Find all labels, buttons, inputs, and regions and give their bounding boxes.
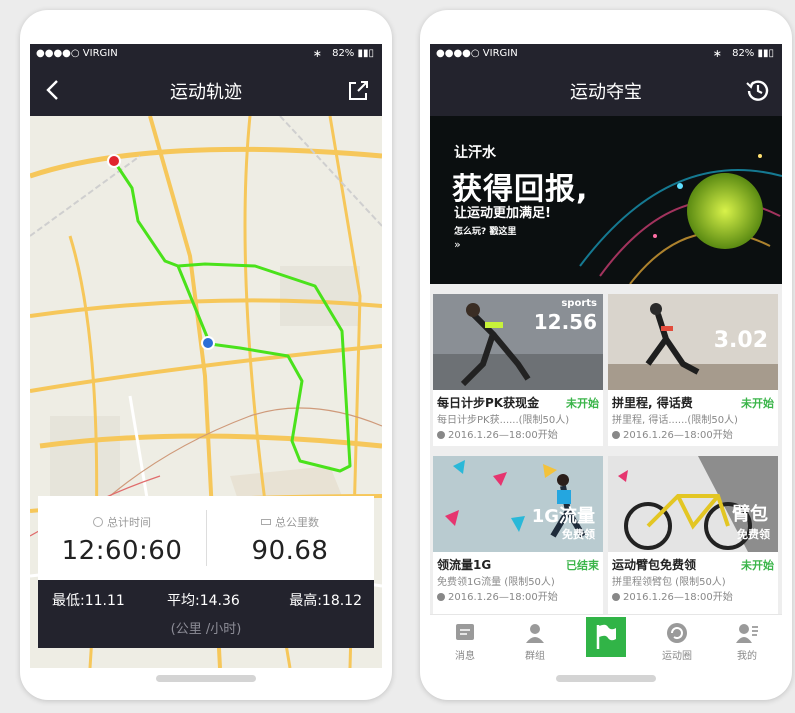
nav-bar: 运动夺宝 — [430, 64, 782, 116]
sport-circle-icon — [665, 621, 689, 645]
tab-bar: 消息 群组 运动圈 我的 — [430, 614, 782, 668]
speed-avg: 平均:14.36 — [167, 593, 240, 609]
nav-bar: 运动轨迹 — [30, 64, 382, 116]
clock-icon — [437, 593, 445, 601]
clock-icon — [437, 431, 445, 439]
phone-track: ●●●●○ VIRGIN ∗ 82% ▮▮▯ 运动轨迹 总计时间 12:60:6… — [20, 10, 392, 700]
home-indicator — [556, 675, 656, 682]
card-title: 领流量1G — [437, 558, 492, 572]
card-time: 2016.1.26—18:00开始 — [612, 426, 733, 441]
promo-banner[interactable]: 让汗水 获得回报, 让运动更加满足! 怎么玩? 戳这里 » — [430, 116, 782, 284]
carrier-label: ●●●●○ VIRGIN — [36, 48, 118, 59]
clock-icon — [612, 593, 620, 601]
card-image: sports 12.56 — [433, 294, 603, 390]
card-overlay-armband: 臂包 — [732, 504, 768, 525]
total-distance-label: 总公里数 — [275, 516, 319, 529]
card-title: 拼里程, 得话费 — [612, 396, 693, 410]
total-distance-section: 总公里数 90.68 — [206, 496, 374, 580]
card-desc: 每日计步PK获......(限制50人) — [437, 415, 570, 426]
tab-label: 运动圈 — [662, 651, 692, 662]
profile-icon — [735, 621, 759, 645]
card-desc: 拼里程, 得话......(限制50人) — [612, 415, 738, 426]
activity-card-3[interactable]: 臂包 免费领 运动臂包免费领 未开始 拼里程领臂包 (限制50人) 2016.1… — [608, 456, 778, 614]
history-icon — [746, 80, 769, 101]
share-button[interactable] — [342, 74, 374, 106]
ruler-icon — [261, 519, 271, 525]
clock-icon — [612, 431, 620, 439]
speed-min: 最低:11.11 — [52, 593, 125, 609]
speed-panel: 最低:11.11 平均:14.36 最高:18.12 (公里 /小时) — [38, 580, 374, 648]
card-overlay-1g: 1G流量 — [531, 506, 595, 527]
card-title: 运动臂包免费领 — [612, 558, 697, 572]
total-time-section: 总计时间 12:60:60 — [38, 496, 206, 580]
card-overlay-free: 免费领 — [562, 528, 595, 541]
card-desc: 拼里程领臂包 (限制50人) — [612, 577, 726, 588]
bluetooth-icon: ∗ — [312, 47, 322, 60]
card-image: 臂包 免费领 — [608, 456, 778, 552]
map-view[interactable]: 总计时间 12:60:60 总公里数 90.68 最低:11.11 平均:14.… — [30, 116, 382, 668]
card-overlay-value: 3.02 — [713, 328, 768, 353]
activity-card-0[interactable]: sports 12.56 每日计步PK获现金 未开始 每日计步PK获......… — [433, 294, 603, 446]
tab-groups[interactable]: 群组 — [500, 615, 570, 669]
card-time: 2016.1.26—18:00开始 — [437, 588, 558, 603]
tab-label: 群组 — [525, 651, 545, 662]
card-time: 2016.1.26—18:00开始 — [612, 588, 733, 603]
activity-card-2[interactable]: 1G流量 免费领 领流量1G 已结束 免费领1G流量 (限制50人) 2016.… — [433, 456, 603, 614]
total-distance-value: 90.68 — [251, 536, 329, 566]
home-indicator — [156, 675, 256, 682]
tab-treasure[interactable] — [571, 615, 641, 669]
banner-line3: 让运动更加满足! — [454, 206, 551, 221]
card-status: 未开始 — [566, 397, 599, 410]
phone-treasure: ●●●●○ VIRGIN ∗ 82% ▮▮▯ 运动夺宝 让汗水 获得回报, 让运… — [420, 10, 792, 700]
message-icon — [453, 621, 477, 645]
card-time: 2016.1.26—18:00开始 — [437, 426, 558, 441]
tab-messages[interactable]: 消息 — [430, 615, 500, 669]
tab-sport-circle[interactable]: 运动圈 — [642, 615, 712, 669]
speed-unit: (公里 /小时) — [170, 622, 242, 637]
card-image: 3.02 — [608, 294, 778, 390]
status-bar: ●●●●○ VIRGIN ∗ 82% ▮▮▯ — [430, 44, 782, 64]
total-time-value: 12:60:60 — [61, 536, 183, 566]
status-bar: ●●●●○ VIRGIN ∗ 82% ▮▮▯ — [30, 44, 382, 64]
start-point-marker — [107, 154, 121, 168]
card-overlay-sports: sports — [561, 298, 597, 309]
page-title: 运动夺宝 — [570, 82, 642, 103]
clock-icon — [93, 517, 103, 527]
tab-profile[interactable]: 我的 — [712, 615, 782, 669]
activity-grid: sports 12.56 每日计步PK获现金 未开始 每日计步PK获......… — [430, 284, 782, 614]
tab-label: 我的 — [737, 651, 757, 662]
history-button[interactable] — [742, 74, 774, 106]
banner-line1: 让汗水 — [454, 145, 496, 161]
activity-card-1[interactable]: 3.02 拼里程, 得话费 未开始 拼里程, 得话......(限制50人) 2… — [608, 294, 778, 446]
speed-max: 最高:18.12 — [289, 593, 362, 609]
page-title: 运动轨迹 — [170, 82, 242, 103]
card-status: 已结束 — [566, 559, 599, 572]
card-status: 未开始 — [741, 397, 774, 410]
battery-label: 82% ▮▮▯ — [732, 48, 774, 59]
card-overlay-km: 12.56 — [533, 310, 597, 334]
group-icon — [523, 621, 547, 645]
carrier-label: ●●●●○ VIRGIN — [436, 48, 518, 59]
stats-panel: 总计时间 12:60:60 总公里数 90.68 最低:11.11 平均:14.… — [38, 496, 374, 648]
tab-label: 消息 — [455, 651, 475, 662]
card-title: 每日计步PK获现金 — [437, 396, 540, 410]
card-status: 未开始 — [741, 559, 774, 572]
banner-line5: » — [454, 238, 461, 251]
battery-label: 82% ▮▮▯ — [332, 48, 374, 59]
card-overlay-free: 免费领 — [737, 528, 770, 541]
banner-line4[interactable]: 怎么玩? 戳这里 — [454, 224, 516, 237]
flag-icon — [596, 624, 616, 649]
share-icon — [349, 81, 368, 100]
total-time-label: 总计时间 — [107, 516, 151, 529]
card-image: 1G流量 免费领 — [433, 456, 603, 552]
bluetooth-icon: ∗ — [712, 47, 722, 60]
current-location-marker — [201, 336, 215, 350]
card-desc: 免费领1G流量 (限制50人) — [437, 577, 555, 588]
